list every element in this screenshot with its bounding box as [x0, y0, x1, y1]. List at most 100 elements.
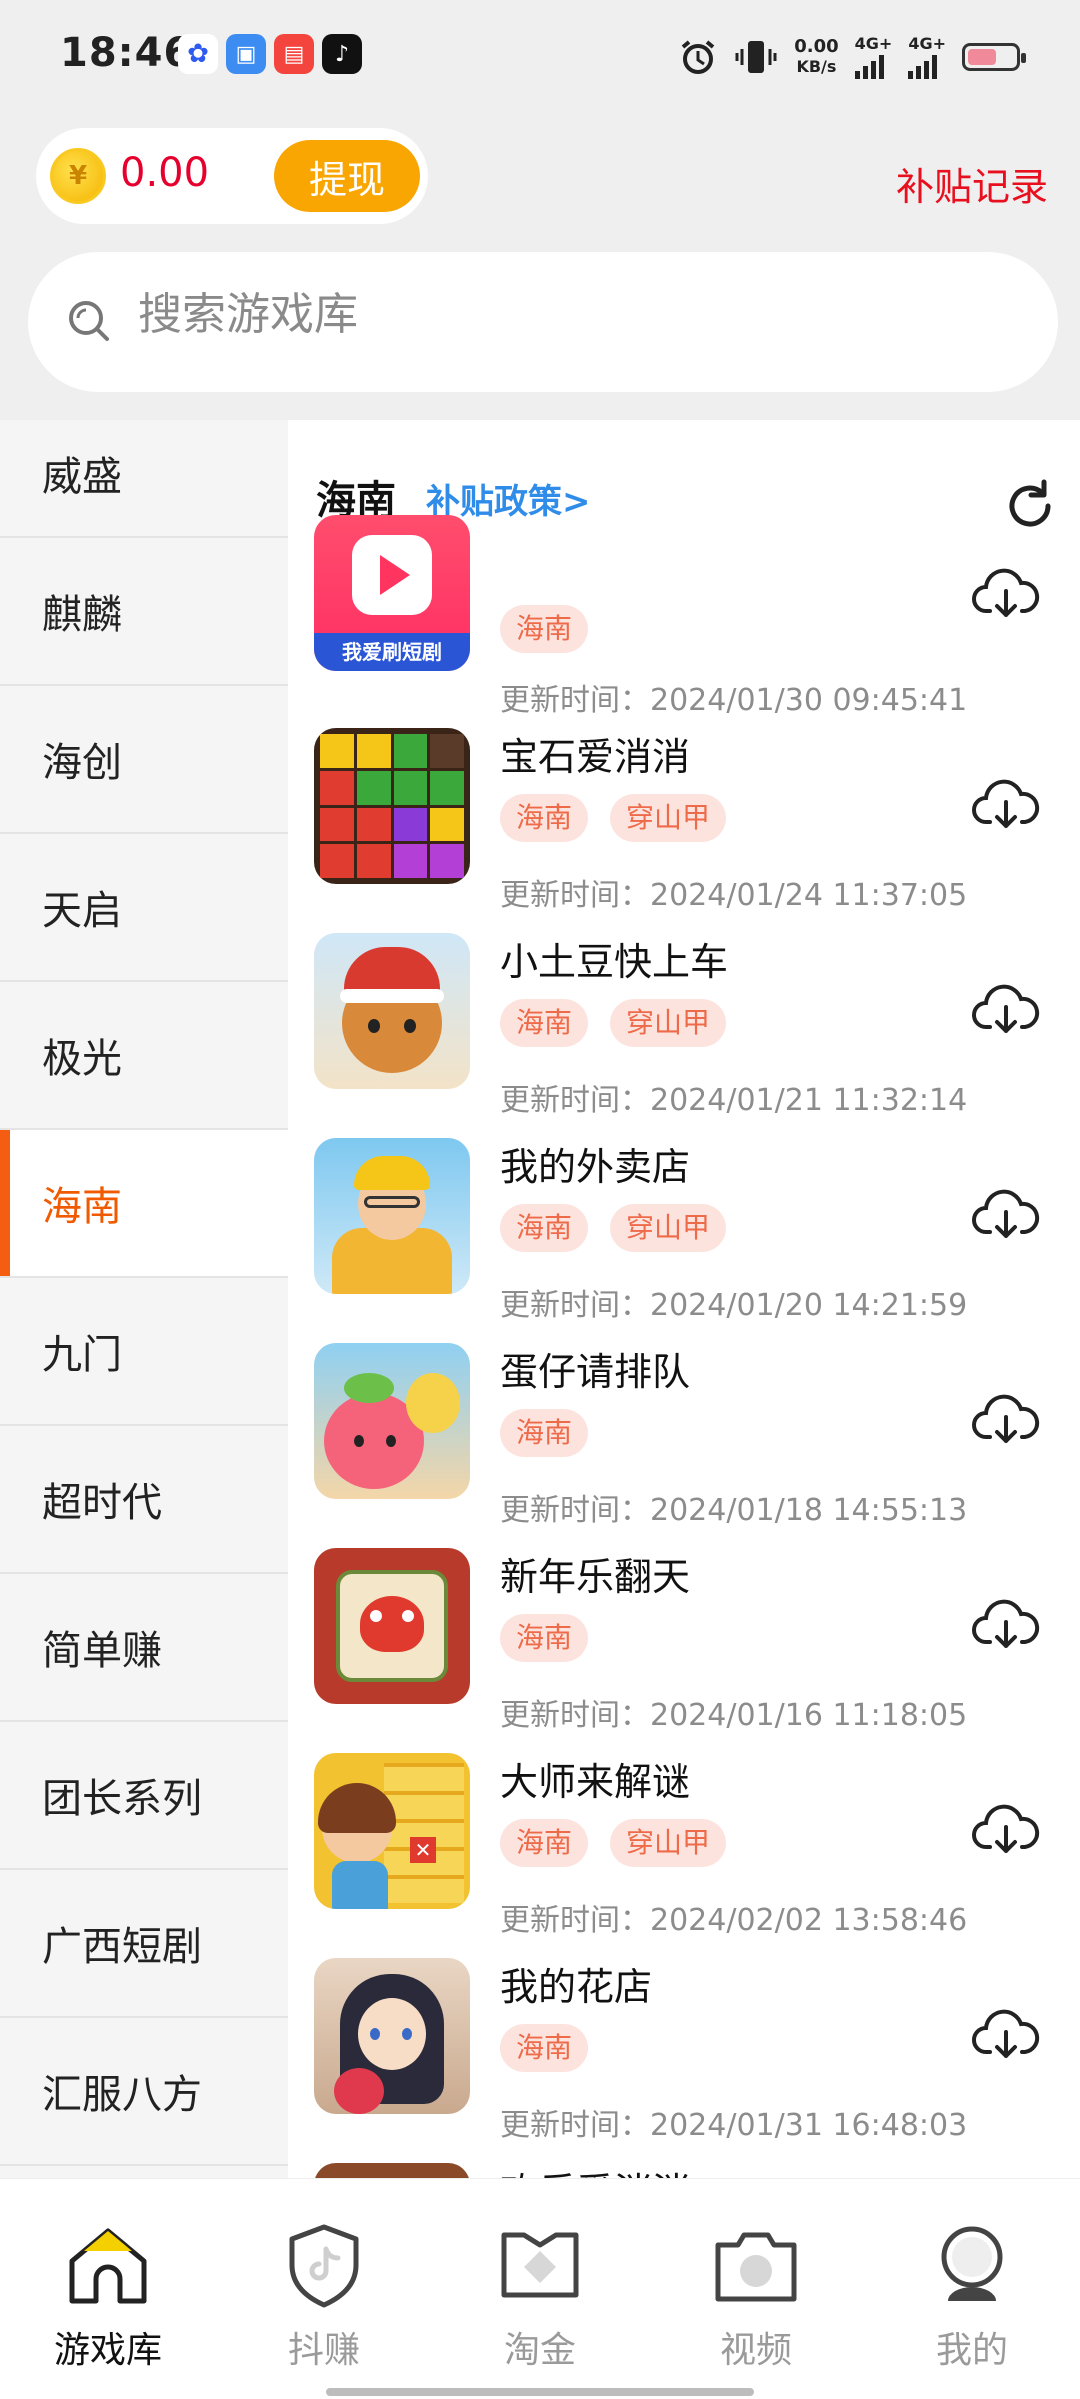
home-indicator[interactable] — [326, 2388, 754, 2396]
game-thumbnail — [314, 728, 470, 884]
category-sidebar: 威盛 麒麟 海创 天启 极光 海南 九门 超时代 简单赚 团长系列 广西短剧 汇… — [0, 420, 288, 2178]
sidebar-item-hainan[interactable]: 海南 — [0, 1130, 288, 1278]
nav-taojin[interactable]: 淘金 — [432, 2179, 648, 2399]
game-updated-time: 更新时间：2024/01/21 11:32:14 — [500, 1083, 968, 1118]
gold-icon — [501, 2232, 579, 2298]
signal-bars-icon — [908, 53, 938, 79]
game-thumbnail — [314, 1548, 470, 1704]
files-app-icon: ▣ — [226, 34, 266, 74]
game-updated-time: 更新时间：2024/01/31 16:48:03 — [500, 2108, 968, 2143]
nav-video[interactable]: 视频 — [648, 2179, 864, 2399]
game-list-item[interactable]: 小土豆快上车 海南 穿山甲 更新时间：2024/01/21 11:32:14 — [288, 923, 1080, 1128]
cloud-download-icon[interactable] — [972, 1186, 1040, 1244]
tiktok-app-icon: ♪ — [322, 34, 362, 74]
cloud-download-icon[interactable] — [972, 1596, 1040, 1654]
search-bar[interactable] — [28, 252, 1058, 392]
sidebar-item-label: 简单赚 — [42, 1628, 162, 1674]
nav-game-library[interactable]: 游戏库 — [0, 2179, 216, 2399]
sidebar-item-jiumen[interactable]: 九门 — [0, 1278, 288, 1426]
sidebar-item-weisheng[interactable]: 威盛 — [0, 420, 288, 538]
game-name: 我的外卖店 — [500, 1145, 691, 1189]
game-thumbnail — [314, 933, 470, 1089]
tag-pangolin: 穿山甲 — [610, 794, 727, 842]
sidebar-item-guangxi[interactable]: 广西短剧 — [0, 1870, 288, 2018]
refresh-icon[interactable] — [1000, 476, 1060, 536]
game-thumbnail — [314, 2163, 470, 2178]
sidebar-item-label: 威盛 — [42, 454, 122, 500]
game-name: 大师来解谜 — [500, 1760, 691, 1804]
sidebar-item-tuanzhang[interactable]: 团长系列 — [0, 1722, 288, 1870]
wallet-pill: ¥ 0.00 提现 — [36, 128, 428, 224]
sidebar-item-chaoshidai[interactable]: 超时代 — [0, 1426, 288, 1574]
status-indicators: 0.00 KB/s 4G+ 4G+ — [678, 34, 1026, 79]
sidebar-item-label: 汇服八方 — [42, 2072, 202, 2118]
game-thumbnail — [314, 1343, 470, 1499]
cloud-download-icon[interactable] — [972, 565, 1040, 623]
wallet-amount: 0.00 — [120, 150, 210, 196]
battery-icon — [962, 42, 1026, 71]
game-name: 宝石爱消消 — [500, 735, 691, 779]
nav-label: 抖赚 — [287, 2330, 360, 2371]
status-time: 18:46 — [60, 30, 193, 76]
net-speed-value: 0.00 — [794, 35, 839, 57]
cloud-download-icon[interactable] — [972, 1801, 1040, 1859]
tag-pangolin: 穿山甲 — [610, 1819, 727, 1867]
game-tags: 海南 穿山甲 — [500, 999, 727, 1047]
sidebar-item-jiguang[interactable]: 极光 — [0, 982, 288, 1130]
cloud-download-icon[interactable] — [972, 776, 1040, 834]
sidebar-item-label: 广西短剧 — [42, 1924, 202, 1970]
status-bar: 18:46 ✿ ▣ ▤ ♪ 0.00 KB/s 4G+ 4G+ — [0, 0, 1080, 110]
search-input[interactable] — [136, 288, 940, 341]
status-app-icons: ✿ ▣ ▤ ♪ — [178, 34, 362, 74]
profile-icon — [941, 2226, 1003, 2301]
game-thumbnail: ✕ — [314, 1753, 470, 1909]
tag-hainan: 海南 — [500, 605, 589, 653]
withdraw-button[interactable]: 提现 — [274, 140, 420, 212]
tag-hainan: 海南 — [500, 1819, 589, 1867]
game-tags: 海南 — [500, 2024, 589, 2072]
sidebar-item-label: 极光 — [42, 1036, 122, 1082]
nav-profile[interactable]: 我的 — [864, 2179, 1080, 2399]
tag-hainan: 海南 — [500, 1409, 589, 1457]
tag-hainan: 海南 — [500, 1614, 589, 1662]
baidu-app-icon: ✿ — [178, 34, 218, 74]
game-list-panel: 海南 补贴政策> 我爱刷短剧 海南 更新时间：2024/01/30 09:45:… — [288, 420, 1080, 2178]
sidebar-item-tianqi[interactable]: 天启 — [0, 834, 288, 982]
cloud-download-icon[interactable] — [972, 2006, 1040, 2064]
game-list-item[interactable]: 欢乐爱消消 — [288, 2153, 1080, 2178]
x-mark: ✕ — [410, 1837, 436, 1863]
game-list-item[interactable]: 蛋仔请排队 海南 更新时间：2024/01/18 14:55:13 — [288, 1333, 1080, 1538]
game-list-item[interactable]: 我的花店 海南 更新时间：2024/01/31 16:48:03 — [288, 1948, 1080, 2153]
bottom-nav: 游戏库 抖赚 淘金 视频 我的 — [0, 2178, 1080, 2399]
battery-level — [968, 48, 996, 65]
nav-douzhuan[interactable]: 抖赚 — [216, 2179, 432, 2399]
game-tags: 海南 — [500, 1614, 589, 1662]
game-thumbnail: 我爱刷短剧 — [314, 515, 470, 671]
tag-hainan: 海南 — [500, 794, 589, 842]
signal-1: 4G+ — [854, 34, 892, 79]
game-list-item[interactable]: ✕ 大师来解谜 海南 穿山甲 更新时间：2024/02/02 13:58:46 — [288, 1743, 1080, 1948]
game-tags: 海南 穿山甲 — [500, 794, 727, 842]
game-list-item[interactable]: 我的外卖店 海南 穿山甲 更新时间：2024/01/20 14:21:59 — [288, 1128, 1080, 1333]
game-updated-time: 更新时间：2024/01/16 11:18:05 — [500, 1698, 968, 1733]
cloud-download-icon[interactable] — [972, 1391, 1040, 1449]
subsidy-record-link[interactable]: 补贴记录 — [896, 156, 1048, 211]
cloud-download-icon[interactable] — [972, 981, 1040, 1039]
sidebar-item-label: 海创 — [42, 740, 122, 786]
play-triangle-icon — [380, 555, 410, 595]
net-speed-unit: KB/s — [796, 56, 837, 76]
nav-label: 我的 — [935, 2330, 1008, 2371]
game-updated-time: 更新时间：2024/01/18 14:55:13 — [500, 1493, 968, 1528]
sidebar-item-label: 九门 — [42, 1332, 122, 1378]
game-list-item[interactable]: 新年乐翻天 海南 更新时间：2024/01/16 11:18:05 — [288, 1538, 1080, 1743]
sidebar-item-jiandanzhuan[interactable]: 简单赚 — [0, 1574, 288, 1722]
game-updated-time: 更新时间：2024/01/24 11:37:05 — [500, 878, 968, 913]
sidebar-item-qilin[interactable]: 麒麟 — [0, 538, 288, 686]
nav-label: 淘金 — [503, 2330, 576, 2371]
sidebar-item-huifu[interactable]: 汇服八方 — [0, 2018, 288, 2166]
sidebar-item-haichuang[interactable]: 海创 — [0, 686, 288, 834]
game-thumbnail — [314, 1958, 470, 2114]
game-list-item[interactable]: 宝石爱消消 海南 穿山甲 更新时间：2024/01/24 11:37:05 — [288, 718, 1080, 923]
coin-icon: ¥ — [50, 148, 106, 204]
sidebar-item-label: 超时代 — [42, 1480, 162, 1526]
